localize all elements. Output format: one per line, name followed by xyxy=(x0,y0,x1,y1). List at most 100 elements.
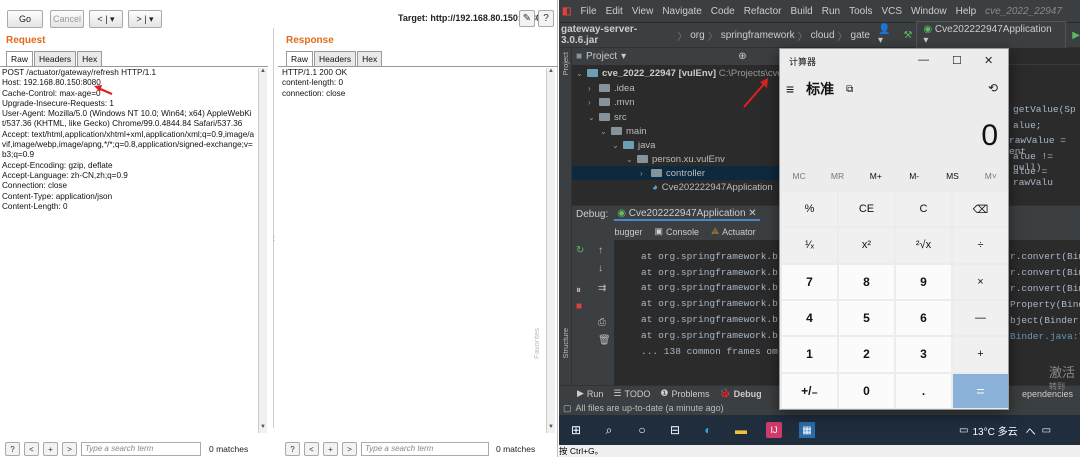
digit-3-key[interactable]: 3 xyxy=(896,337,951,372)
memory-recall-button[interactable]: MR xyxy=(818,171,856,189)
hammer-icon[interactable]: ⚒ xyxy=(903,30,912,41)
digit-8-key[interactable]: 8 xyxy=(839,264,894,299)
memory-list-button[interactable]: M˅ xyxy=(972,171,1010,189)
project-panel-title[interactable]: Project xyxy=(586,51,617,62)
breadcrumb-springframework[interactable]: springframework xyxy=(721,30,795,41)
menu-navigate[interactable]: Navigate xyxy=(662,6,701,17)
memory-store-button[interactable]: MS xyxy=(933,171,971,189)
decimal-key[interactable]: . xyxy=(896,373,951,408)
digit-5-key[interactable]: 5 xyxy=(839,300,894,336)
menu-run[interactable]: Run xyxy=(822,6,840,17)
multiply-key[interactable]: × xyxy=(953,264,1008,299)
menu-build[interactable]: Build xyxy=(790,6,812,17)
network-icon[interactable]: ▭ xyxy=(1042,425,1051,436)
divide-key[interactable]: ÷ xyxy=(953,228,1008,263)
sqrt-key[interactable]: ²√x xyxy=(896,228,951,263)
backspace-key[interactable]: ⌫ xyxy=(953,192,1008,227)
memory-subtract-button[interactable]: M- xyxy=(895,171,933,189)
tree-row-mvn[interactable]: › .mvn xyxy=(588,95,635,109)
tree-row-main[interactable]: ⌄ main xyxy=(600,124,647,138)
response-tab-raw[interactable]: Raw xyxy=(286,51,314,66)
windows-start-icon[interactable]: ⊞ xyxy=(568,422,584,438)
menu-edit[interactable]: Edit xyxy=(606,6,623,17)
scroll-up-icon[interactable]: ▲ xyxy=(547,68,555,77)
tab-run[interactable]: Run xyxy=(587,389,604,399)
search-add-button[interactable]: + xyxy=(43,442,58,456)
edge-browser-icon[interactable]: ◐ xyxy=(700,422,716,438)
digit-6-key[interactable]: 6 xyxy=(896,300,951,336)
tab-dependencies[interactable]: ependencies xyxy=(1022,389,1073,399)
cancel-button[interactable]: Cancel xyxy=(50,10,84,28)
digit-9-key[interactable]: 9 xyxy=(896,264,951,299)
search-next-button[interactable]: > xyxy=(342,442,357,456)
scroll-down-icon[interactable]: ▼ xyxy=(259,424,267,433)
structure-tool-label[interactable]: Structure xyxy=(561,328,570,358)
pause-icon[interactable]: ⏸ xyxy=(576,285,581,296)
split-divider[interactable] xyxy=(273,28,274,428)
search-prev-button[interactable]: < xyxy=(24,442,39,456)
forward-button[interactable]: > | ▾ xyxy=(128,10,162,28)
digit-0-key[interactable]: 0 xyxy=(839,373,894,408)
weather-text[interactable]: 13°C 多云 xyxy=(972,423,1017,438)
breadcrumb-org[interactable]: org xyxy=(690,30,704,41)
negate-key[interactable]: +/₋ xyxy=(782,373,837,408)
wrap-icon[interactable]: ⇉ xyxy=(598,283,606,294)
digit-4-key[interactable]: 4 xyxy=(782,300,837,336)
breadcrumb-cloud[interactable]: cloud xyxy=(811,30,835,41)
square-key[interactable]: x² xyxy=(839,228,894,263)
tree-row-package[interactable]: ⌄ person.xu.vulEnv xyxy=(626,152,725,166)
search-help-button[interactable]: ? xyxy=(5,442,20,456)
run-icon[interactable]: ▶ xyxy=(1072,30,1080,41)
response-editor[interactable]: HTTP/1.1 200 OK content-length: 0 connec… xyxy=(282,68,542,433)
response-scrollbar[interactable]: ▲ ▼ xyxy=(546,68,555,433)
response-tab-headers[interactable]: Headers xyxy=(314,51,357,66)
back-button[interactable]: < | ▾ xyxy=(89,10,123,28)
memory-add-button[interactable]: M+ xyxy=(857,171,895,189)
menu-code[interactable]: Code xyxy=(711,6,735,17)
response-tab-hex[interactable]: Hex xyxy=(357,51,383,66)
menu-refactor[interactable]: Refactor xyxy=(744,6,782,17)
history-icon[interactable]: ⟲ xyxy=(988,81,998,95)
maximize-icon[interactable]: ☐ xyxy=(952,54,962,67)
memory-clear-button[interactable]: MC xyxy=(780,171,818,189)
menu-view[interactable]: View xyxy=(632,6,654,17)
digit-7-key[interactable]: 7 xyxy=(782,264,837,299)
close-icon[interactable]: ✕ xyxy=(984,54,993,67)
menu-help[interactable]: Help xyxy=(956,6,977,17)
minimize-icon[interactable]: — xyxy=(918,54,929,66)
tree-row-application[interactable]: ◕ Cve202222947Application xyxy=(652,180,773,194)
tab-debug[interactable]: Debug xyxy=(734,389,762,399)
tree-row-src[interactable]: ⌄ src xyxy=(588,110,627,124)
request-tab-hex[interactable]: Hex xyxy=(77,51,103,66)
split-grip-icon[interactable]: ⋮ xyxy=(271,235,277,245)
scroll-down-icon[interactable]: ▼ xyxy=(547,424,555,433)
scroll-up-icon[interactable]: ▲ xyxy=(259,68,267,77)
weather-icon[interactable]: ▭ xyxy=(959,425,968,436)
tree-row-idea[interactable]: › .idea xyxy=(588,81,635,95)
reciprocal-key[interactable]: ¹⁄ₓ xyxy=(782,228,837,263)
menu-tools[interactable]: Tools xyxy=(849,6,872,17)
request-tab-headers[interactable]: Headers xyxy=(34,51,77,66)
taskbar-search-icon[interactable]: ⌕ xyxy=(601,422,617,438)
percent-key[interactable]: % xyxy=(782,192,837,227)
digit-2-key[interactable]: 2 xyxy=(839,337,894,372)
search-next-button[interactable]: > xyxy=(62,442,77,456)
digit-1-key[interactable]: 1 xyxy=(782,337,837,372)
step-up-icon[interactable]: ↑ xyxy=(598,245,603,256)
task-switch-icon[interactable]: ⊟ xyxy=(667,422,683,438)
run-config-selector[interactable]: ◉ Cve202222947Application ▾ xyxy=(916,21,1067,49)
request-search-input[interactable]: Type a search term xyxy=(81,442,201,456)
calculator-taskbar-icon[interactable]: ▦ xyxy=(799,422,815,438)
help-icon[interactable]: ? xyxy=(538,10,554,27)
equals-key[interactable]: = xyxy=(953,373,1008,408)
file-explorer-icon[interactable]: ▬ xyxy=(733,422,749,438)
response-search-input[interactable]: Type a search term xyxy=(361,442,489,456)
tab-todo[interactable]: TODO xyxy=(625,389,651,399)
menu-window[interactable]: Window xyxy=(911,6,947,17)
request-tab-raw[interactable]: Raw xyxy=(6,51,34,66)
menu-vcs[interactable]: VCS xyxy=(881,6,902,17)
step-down-icon[interactable]: ↓ xyxy=(598,263,603,274)
hamburger-menu-icon[interactable]: ≡ xyxy=(786,81,794,97)
user-icon[interactable]: 👤▾ xyxy=(878,24,895,46)
tab-problems[interactable]: Problems xyxy=(671,389,709,399)
